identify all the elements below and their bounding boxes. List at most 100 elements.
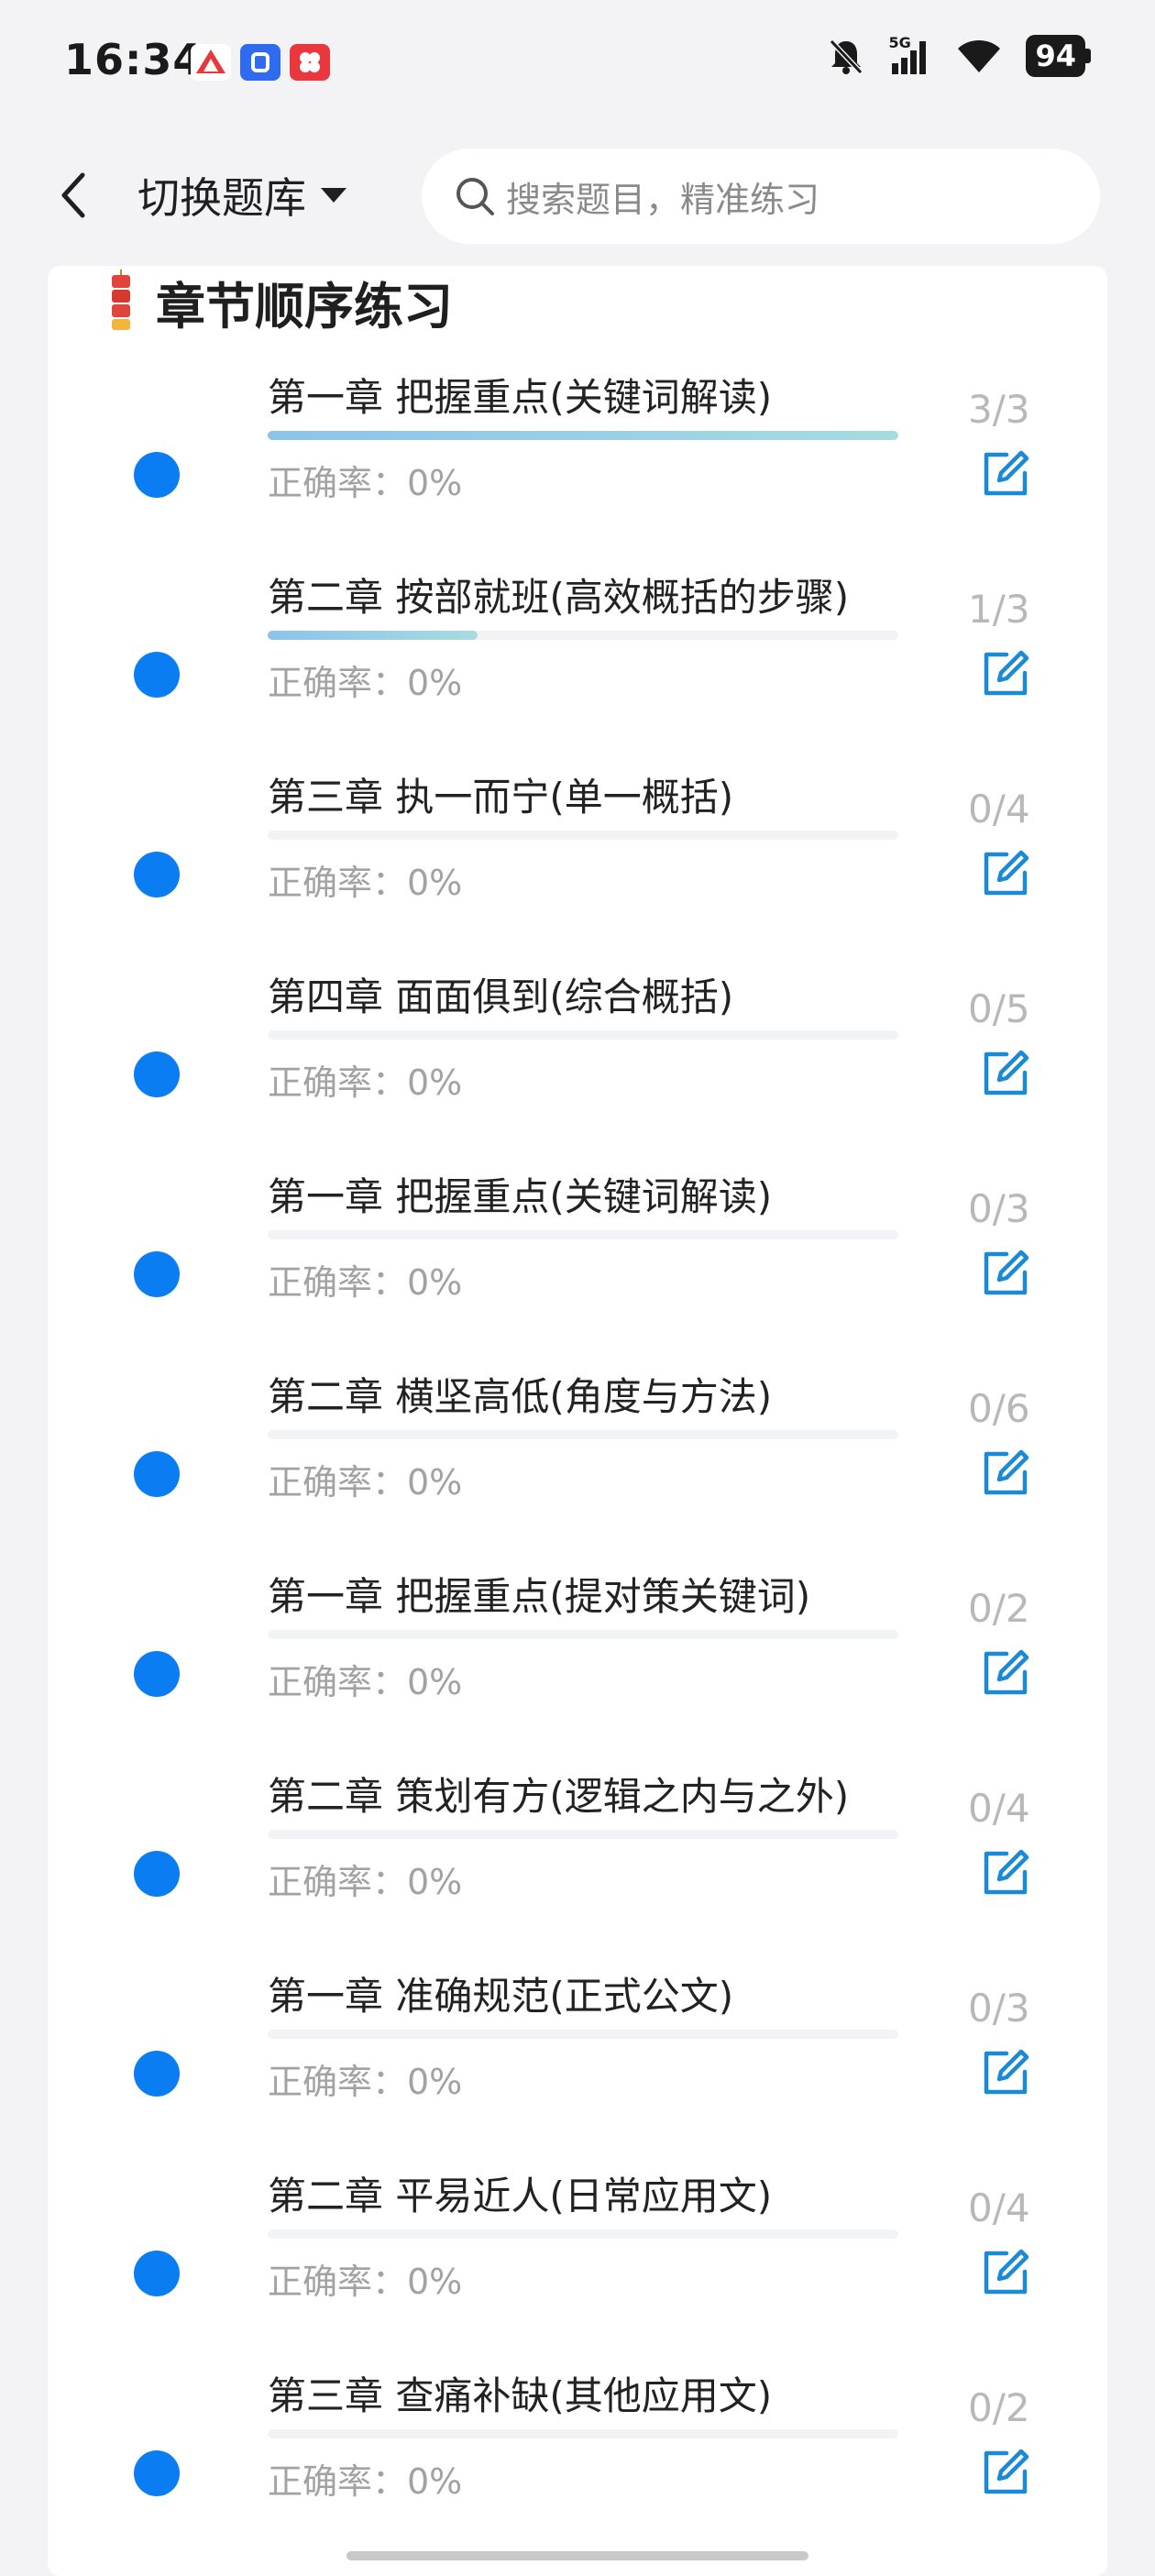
practice-edit-icon[interactable] [979, 847, 1032, 900]
section-header: 章节顺序练习 [101, 266, 453, 338]
chapter-question-count: 0/3 [968, 1986, 1030, 2031]
chapter-accuracy: 正确率：0% [268, 1662, 463, 1702]
chapter-progress-bar [268, 1230, 898, 1239]
chapter-item[interactable]: 第二章 按部就班(高效概括的步骤) 正确率：0% 1/3 [48, 567, 1107, 766]
chapter-status-dot [134, 452, 180, 498]
practice-edit-icon[interactable] [979, 2446, 1032, 2499]
chapter-question-count: 0/4 [968, 1786, 1030, 1831]
chapter-item[interactable]: 第三章 执一而宁(单一概括) 正确率：0% 0/4 [48, 766, 1107, 966]
practice-edit-icon[interactable] [979, 2246, 1032, 2299]
signal-icon: 5G [888, 34, 932, 76]
chapter-accuracy: 正确率：0% [268, 1262, 463, 1303]
chapter-item[interactable]: 第四章 面面俱到(综合概括) 正确率：0% 0/5 [48, 966, 1107, 1166]
chapter-accuracy: 正确率：0% [268, 2262, 463, 2302]
chapter-item[interactable]: 第一章 把握重点(提对策关键词) 正确率：0% 0/2 [48, 1566, 1107, 1766]
chapter-accuracy: 正确率：0% [268, 2461, 463, 2502]
switch-bank-label: 切换题库 [138, 173, 306, 223]
back-button[interactable] [46, 163, 101, 227]
chapter-item[interactable]: 第三章 查痛补缺(其他应用文) 正确率：0% 0/2 [48, 2365, 1107, 2565]
app-icon-2 [240, 44, 280, 81]
status-time: 16:34 [64, 35, 204, 84]
battery-level: 94 [1026, 35, 1085, 77]
chapter-accuracy: 正确率：0% [268, 1062, 463, 1103]
app-icon-1 [191, 44, 231, 81]
chapter-accuracy: 正确率：0% [268, 663, 463, 703]
practice-edit-icon[interactable] [979, 447, 1032, 501]
chapter-progress-bar [268, 1830, 898, 1839]
chapter-title: 第二章 横坚高低(角度与方法) [268, 1374, 773, 1419]
network-label: 5G [888, 34, 911, 51]
chapter-question-count: 0/6 [968, 1386, 1030, 1431]
search-placeholder: 搜索题目，精准练习 [506, 179, 820, 220]
chapter-title: 第三章 查痛补缺(其他应用文) [268, 2373, 773, 2418]
chapter-status-dot [134, 652, 180, 698]
chapter-status-dot [134, 852, 180, 897]
chapter-question-count: 0/4 [968, 2185, 1030, 2230]
practice-edit-icon[interactable] [979, 1646, 1032, 1700]
chapter-question-count: 0/5 [968, 986, 1030, 1031]
caret-down-icon [321, 188, 346, 203]
chapter-progress-fill [268, 631, 478, 640]
chapter-progress-bar [268, 1430, 898, 1439]
chapter-progress-bar [268, 1630, 898, 1639]
notification-app-icons [191, 44, 330, 81]
chapter-progress-bar [268, 2030, 898, 2039]
chapter-question-count: 0/3 [968, 1186, 1030, 1231]
chapter-item[interactable]: 第一章 准确规范(正式公文) 正确率：0% 0/3 [48, 1965, 1107, 2165]
chapter-title: 第一章 把握重点(提对策关键词) [268, 1574, 811, 1619]
section-title: 章节顺序练习 [156, 278, 453, 336]
wifi-icon [958, 40, 1001, 72]
chapter-question-count: 0/2 [968, 1586, 1030, 1631]
search-icon [456, 178, 494, 215]
chapter-accuracy: 正确率：0% [268, 863, 463, 903]
practice-edit-icon[interactable] [979, 1047, 1032, 1100]
chapter-title: 第三章 执一而宁(单一概括) [268, 775, 734, 820]
mute-bell-icon [830, 39, 864, 75]
chapter-question-count: 1/3 [968, 587, 1030, 632]
chapter-accuracy: 正确率：0% [268, 1462, 463, 1503]
chapter-progress-bar [268, 631, 898, 640]
chapter-title: 第一章 把握重点(关键词解读) [268, 1174, 773, 1219]
status-right: 5G 94 [826, 34, 1091, 77]
chapter-item[interactable]: 第一章 把握重点(关键词解读) 正确率：0% 3/3 [48, 367, 1107, 567]
chapter-title: 第一章 准确规范(正式公文) [268, 1974, 734, 2019]
practice-edit-icon[interactable] [979, 1846, 1032, 1899]
status-bar: 16:34 5G 94 [0, 0, 1155, 128]
chapter-item[interactable]: 第二章 策划有方(逻辑之内与之外) 正确率：0% 0/4 [48, 1766, 1107, 1965]
practice-edit-icon[interactable] [979, 1447, 1032, 1500]
search-input[interactable]: 搜索题目，精准练习 [422, 149, 1100, 244]
home-indicator [346, 2551, 808, 2560]
chapter-list-card: 章节顺序练习 第一章 把握重点(关键词解读) 正确率：0% 3/3 第二章 按部就班(… [48, 266, 1107, 2576]
practice-edit-icon[interactable] [979, 2046, 1032, 2099]
chapter-question-count: 0/2 [968, 2385, 1030, 2430]
chapter-item[interactable]: 第二章 平易近人(日常应用文) 正确率：0% 0/4 [48, 2165, 1107, 2365]
chapter-status-dot [134, 2251, 180, 2296]
chapter-progress-bar [268, 831, 898, 840]
firecracker-icon [112, 269, 130, 330]
chapter-title: 第二章 平易近人(日常应用文) [268, 2174, 773, 2218]
practice-edit-icon[interactable] [979, 647, 1032, 700]
chapter-status-dot [134, 1851, 180, 1897]
chapter-accuracy: 正确率：0% [268, 463, 463, 503]
chapter-question-count: 0/4 [968, 787, 1030, 831]
chapter-status-dot [134, 1051, 180, 1097]
chapter-status-dot [134, 2450, 180, 2496]
chevron-left-icon [61, 172, 85, 218]
chapter-title: 第二章 策划有方(逻辑之内与之外) [268, 1774, 850, 1819]
battery-icon: 94 [1026, 35, 1091, 77]
chapter-title: 第四章 面面俱到(综合概括) [268, 974, 734, 1019]
chapter-accuracy: 正确率：0% [268, 1862, 463, 1902]
chapter-item[interactable]: 第一章 把握重点(关键词解读) 正确率：0% 0/3 [48, 1166, 1107, 1366]
chapter-progress-fill [268, 431, 898, 440]
chapter-status-dot [134, 1651, 180, 1697]
chapter-progress-bar [268, 2229, 898, 2239]
chapter-question-count: 3/3 [968, 387, 1030, 432]
switch-question-bank-dropdown[interactable]: 切换题库 [138, 165, 348, 226]
top-header: 切换题库 搜索题目，精准练习 [0, 138, 1155, 257]
practice-edit-icon[interactable] [979, 1247, 1032, 1300]
chapter-progress-bar [268, 1030, 898, 1040]
chapter-title: 第二章 按部就班(高效概括的步骤) [268, 575, 850, 620]
chapter-item[interactable]: 第二章 横坚高低(角度与方法) 正确率：0% 0/6 [48, 1366, 1107, 1566]
chapter-status-dot [134, 1451, 180, 1497]
chapter-progress-bar [268, 431, 898, 440]
